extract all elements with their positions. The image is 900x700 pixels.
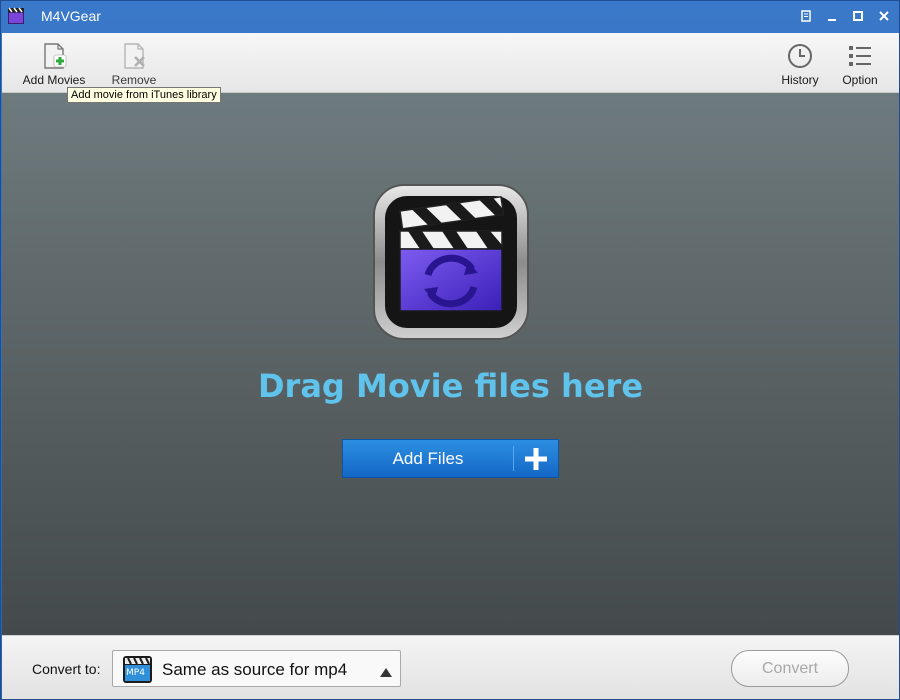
output-format-value: Same as source for mp4 [162,660,348,679]
history-clock-icon [784,41,816,71]
option-list-icon [844,41,876,71]
add-movies-label: Add Movies [22,73,86,87]
close-icon[interactable] [873,6,895,26]
add-files-label: Add Files [392,448,464,468]
add-movies-button[interactable]: Add Movies [20,33,88,91]
mp4-format-icon: MP4 [122,655,153,684]
history-label: History [781,73,819,87]
add-movies-tooltip: Add movie from iTunes library [67,87,221,103]
chevron-up-icon [380,664,392,682]
convert-to-label: Convert to: [32,661,101,677]
minimize-icon[interactable] [821,6,843,26]
bottom-bar: Convert to: MP4 Same as source for mp4 C… [2,635,899,699]
remove-label: Remove [111,73,157,87]
convert-button[interactable]: Convert [731,650,849,687]
restore-icon[interactable] [795,6,817,26]
option-button[interactable]: Option [836,33,884,91]
mp4-format-icon-text: MP4 [126,668,145,678]
window-title: M4VGear [41,8,101,24]
toolbar: Add Movies Remove History Option [2,33,899,93]
clapperboard-logo-icon [372,183,530,341]
output-format-select[interactable]: MP4 Same as source for mp4 [112,650,401,687]
title-bar[interactable]: M4VGear [1,1,900,32]
history-button[interactable]: History [774,33,826,91]
app-icon[interactable] [7,7,25,25]
drag-movie-files-text: Drag Movie files here [257,367,644,405]
option-label: Option [842,73,878,87]
drop-zone[interactable]: Drag Movie files here Add Files [2,93,899,635]
convert-label: Convert [761,659,819,677]
maximize-icon[interactable] [847,6,869,26]
add-movie-icon [38,41,70,71]
plus-icon [514,440,558,477]
add-files-button[interactable]: Add Files [342,439,559,478]
remove-button[interactable]: Remove [106,33,162,91]
remove-icon [118,41,150,71]
app-window: M4VGear Add Movies Remove History Option… [0,0,900,700]
